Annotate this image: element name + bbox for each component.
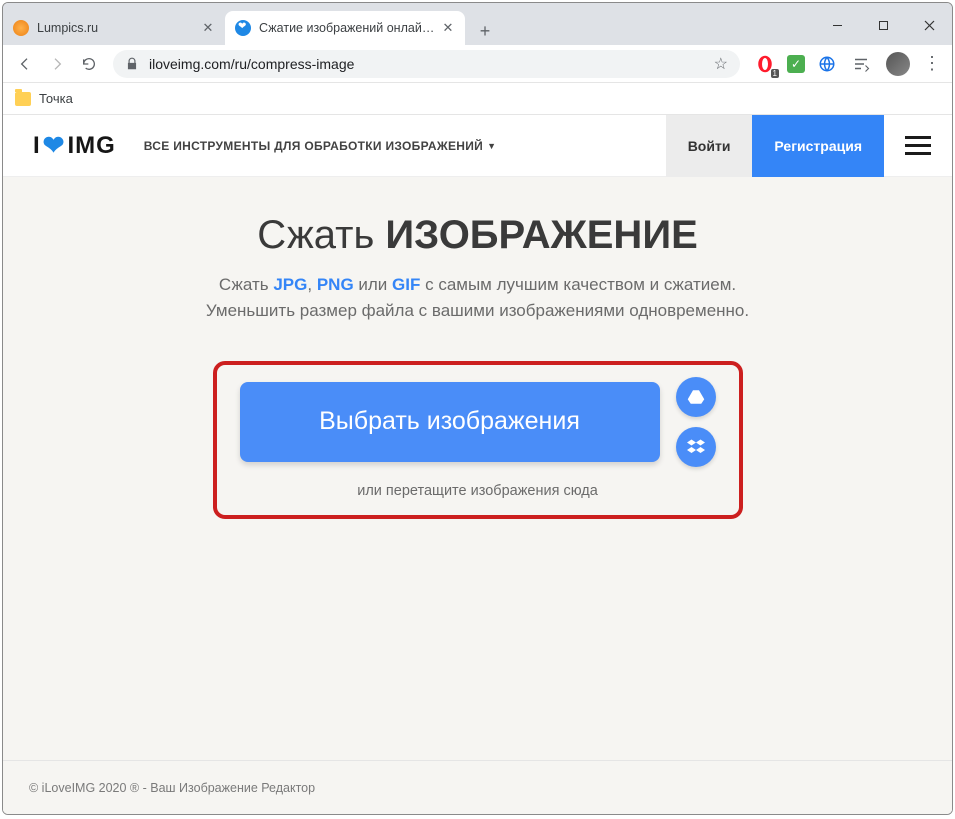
chevron-down-icon: ▼ bbox=[487, 141, 496, 151]
extension-check-icon[interactable]: ✓ bbox=[787, 55, 805, 73]
tools-label: ВСЕ ИНСТРУМЕНТЫ ДЛЯ ОБРАБОТКИ ИЗОБРАЖЕНИ… bbox=[144, 139, 483, 153]
favicon-lumpics bbox=[13, 20, 29, 36]
window-controls bbox=[814, 5, 952, 45]
bookmark-star-icon[interactable]: ☆ bbox=[714, 54, 728, 74]
site-footer: © iLoveIMG 2020 ® - Ваш Изображение Реда… bbox=[3, 760, 952, 814]
browser-menu-button[interactable]: ⋮ bbox=[920, 53, 944, 74]
logo-i: I bbox=[33, 132, 41, 160]
footer-text: © iLoveIMG 2020 ® - Ваш Изображение Реда… bbox=[29, 781, 315, 795]
address-bar: iloveimg.com/ru/compress-image ☆ 1 ✓ ⋮ bbox=[3, 45, 952, 83]
google-drive-icon bbox=[687, 388, 705, 406]
dropbox-button[interactable] bbox=[676, 427, 716, 467]
bookmarks-bar: Точка bbox=[3, 83, 952, 115]
forward-button[interactable] bbox=[43, 50, 71, 78]
extension-opera-icon[interactable]: 1 bbox=[753, 52, 777, 76]
close-icon[interactable]: ✕ bbox=[201, 21, 215, 35]
close-icon[interactable]: ✕ bbox=[441, 21, 455, 35]
new-tab-button[interactable]: + bbox=[471, 17, 499, 45]
reload-button[interactable] bbox=[75, 50, 103, 78]
maximize-button[interactable] bbox=[860, 5, 906, 45]
register-button[interactable]: Регистрация bbox=[752, 115, 884, 177]
page-content: I ❤ IMG ВСЕ ИНСТРУМЕНТЫ ДЛЯ ОБРАБОТКИ ИЗ… bbox=[3, 115, 952, 814]
url-text: iloveimg.com/ru/compress-image bbox=[149, 56, 714, 72]
hamburger-menu-button[interactable] bbox=[884, 115, 952, 177]
tools-dropdown[interactable]: ВСЕ ИНСТРУМЕНТЫ ДЛЯ ОБРАБОТКИ ИЗОБРАЖЕНИ… bbox=[144, 139, 497, 153]
favicon-iloveimg bbox=[235, 20, 251, 36]
folder-icon bbox=[15, 92, 31, 106]
close-window-button[interactable] bbox=[906, 5, 952, 45]
extension-globe-icon[interactable] bbox=[815, 52, 839, 76]
titlebar: Lumpics.ru ✕ Сжатие изображений онлайн H… bbox=[3, 3, 952, 45]
hero-section: Сжать ИЗОБРАЖЕНИЕ Сжать JPG, PNG или GIF… bbox=[3, 177, 952, 760]
tab-title: Сжатие изображений онлайн H bbox=[259, 21, 435, 35]
login-button[interactable]: Войти bbox=[666, 115, 753, 177]
tab-title: Lumpics.ru bbox=[37, 21, 195, 35]
heart-icon: ❤ bbox=[43, 130, 66, 161]
back-button[interactable] bbox=[11, 50, 39, 78]
google-drive-button[interactable] bbox=[676, 377, 716, 417]
bookmark-item[interactable]: Точка bbox=[39, 91, 73, 106]
select-images-button[interactable]: Выбрать изображения bbox=[240, 382, 660, 462]
logo-img: IMG bbox=[67, 132, 115, 160]
reading-list-icon[interactable] bbox=[849, 52, 873, 76]
page-title: Сжать ИЗОБРАЖЕНИЕ bbox=[257, 213, 698, 258]
site-logo[interactable]: I ❤ IMG bbox=[33, 130, 116, 161]
uploader-highlight: Выбрать изображения или перетащите изобр… bbox=[213, 361, 743, 519]
lock-icon bbox=[125, 57, 139, 71]
dropbox-icon bbox=[687, 438, 705, 456]
profile-avatar[interactable] bbox=[886, 52, 910, 76]
jpg-link[interactable]: JPG bbox=[273, 275, 307, 294]
extension-badge: 1 bbox=[771, 69, 779, 78]
url-input[interactable]: iloveimg.com/ru/compress-image ☆ bbox=[113, 50, 740, 78]
drag-drop-hint: или перетащите изображения сюда bbox=[357, 483, 598, 499]
page-description: Сжать JPG, PNG или GIF с самым лучшим ка… bbox=[206, 272, 749, 325]
tab-lumpics[interactable]: Lumpics.ru ✕ bbox=[3, 11, 225, 45]
browser-window: Lumpics.ru ✕ Сжатие изображений онлайн H… bbox=[2, 2, 953, 815]
tab-iloveimg[interactable]: Сжатие изображений онлайн H ✕ bbox=[225, 11, 465, 45]
gif-link[interactable]: GIF bbox=[392, 275, 420, 294]
png-link[interactable]: PNG bbox=[317, 275, 354, 294]
hamburger-icon bbox=[905, 144, 931, 147]
minimize-button[interactable] bbox=[814, 5, 860, 45]
site-header: I ❤ IMG ВСЕ ИНСТРУМЕНТЫ ДЛЯ ОБРАБОТКИ ИЗ… bbox=[3, 115, 952, 177]
